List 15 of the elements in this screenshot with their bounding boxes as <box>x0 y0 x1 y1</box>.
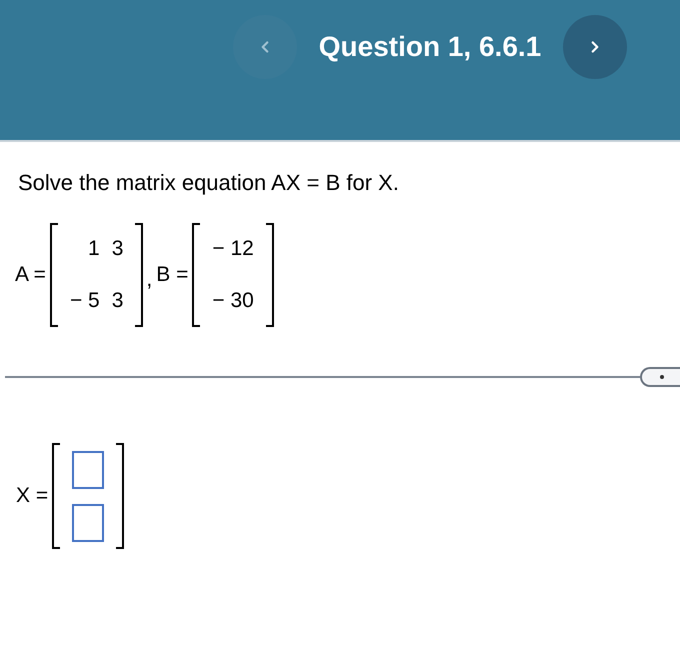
matrix-entry: − 5 <box>70 288 100 314</box>
matrix-label: B = <box>156 262 188 288</box>
answer-field[interactable] <box>72 450 104 488</box>
comma: , <box>146 267 152 294</box>
matrix-entry: − 12 <box>212 236 254 262</box>
expand-handle[interactable] <box>640 367 680 387</box>
matrix-label: A = <box>15 262 46 288</box>
matrix-entry: 1 <box>88 236 100 262</box>
question-text: Solve the matrix equation AX = B for X. <box>18 169 400 197</box>
answer-field[interactable] <box>72 504 104 542</box>
question-title: Question 1, 6.6.1 <box>318 30 542 64</box>
matrix-entry: 3 <box>112 288 124 314</box>
matrix-entry: 3 <box>112 236 124 262</box>
answer-label: X = <box>16 483 48 510</box>
matrix-entry: − 30 <box>212 288 254 314</box>
